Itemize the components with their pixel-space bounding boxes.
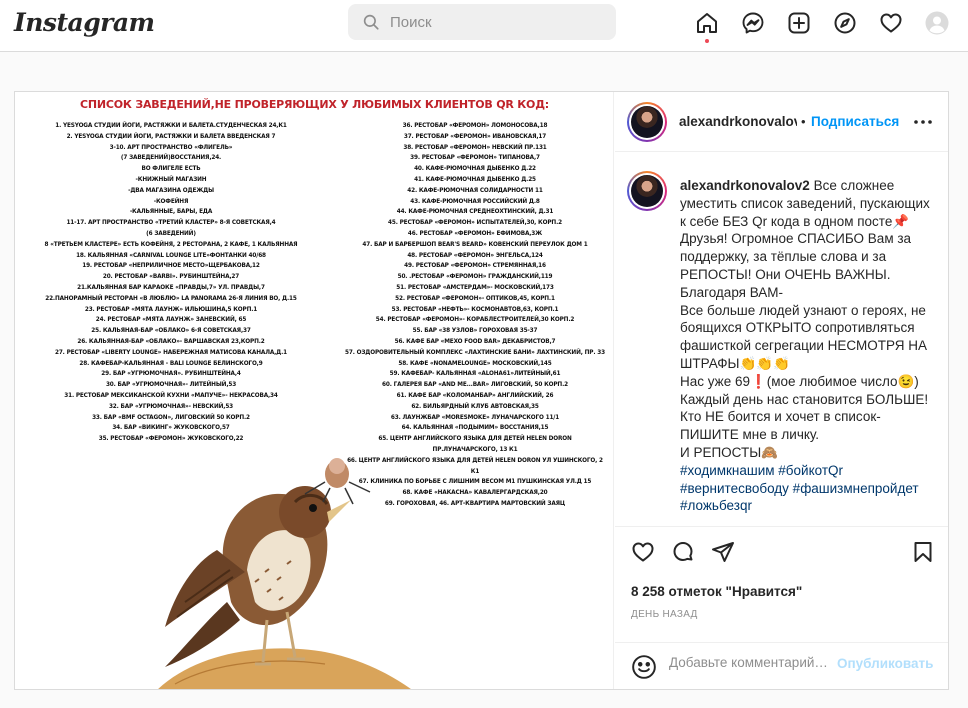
explore-icon — [834, 12, 856, 34]
heart-icon — [632, 542, 654, 562]
activity-button[interactable] — [878, 10, 904, 36]
publish-comment-button[interactable]: Опубликовать — [837, 656, 933, 671]
direct-messages-button[interactable] — [740, 10, 766, 36]
profile-avatar-icon — [925, 11, 949, 35]
notification-dot — [705, 39, 709, 43]
comment-form: Опубликовать — [615, 642, 948, 689]
post-header: alexandrkonovalov • Подписаться — [615, 92, 948, 152]
send-icon — [712, 542, 734, 562]
profile-button[interactable] — [924, 10, 950, 36]
search-input[interactable] — [390, 13, 590, 31]
instagram-logo[interactable]: Instagram — [14, 8, 155, 37]
new-post-icon — [788, 12, 810, 34]
caption-hashtags[interactable]: #ходимкнашим #бойкотQr #вернитесвободу #… — [680, 463, 922, 514]
like-button[interactable] — [631, 540, 657, 566]
caption-text: alexandrkonovalov2 Все сложнее уместить … — [680, 177, 938, 515]
author-username[interactable]: alexandrkonovalov — [679, 114, 797, 129]
comment-button[interactable] — [671, 540, 697, 566]
comment-icon — [673, 542, 693, 561]
more-options-icon[interactable] — [911, 112, 935, 132]
action-bar — [615, 540, 948, 580]
activity-heart-icon — [880, 13, 902, 33]
venue-list-right: 36. РЕСТОБАР «ФЕРОМОН» ЛОМОНОСОВА,18 37.… — [345, 121, 605, 507]
messenger-icon — [742, 12, 764, 34]
caption-area: alexandrkonovalov2 Все сложнее уместить … — [615, 153, 948, 527]
post-timestamp[interactable]: день назад — [631, 609, 698, 620]
venue-list-left: 1. YESYOGA СТУДИИ ЙОГИ, РАСТЯЖКИ И БАЛЕТ… — [44, 121, 298, 443]
home-button[interactable] — [694, 10, 720, 43]
follow-button[interactable]: Подписаться — [811, 114, 899, 129]
likes-count[interactable]: 8 258 отметок "Нравится" — [631, 584, 802, 599]
comment-input[interactable] — [669, 655, 839, 670]
emoji-icon[interactable] — [631, 654, 657, 680]
sparrow-illustration — [158, 458, 411, 689]
save-button[interactable] — [911, 540, 937, 566]
home-icon — [697, 13, 717, 33]
search-icon — [363, 14, 379, 30]
bookmark-icon — [914, 542, 932, 562]
top-nav: Instagram — [0, 0, 968, 52]
author-avatar[interactable] — [627, 102, 667, 142]
explore-button[interactable] — [832, 10, 858, 36]
image-title: СПИСОК ЗАВЕДЕНИЙ,НЕ ПРОВЕРЯЮЩИХ У ЛЮБИМЫ… — [80, 98, 549, 111]
caption-author-avatar[interactable] — [627, 171, 667, 211]
caption-body: Все сложнее уместить список заведений, п… — [680, 178, 930, 460]
caption-username[interactable]: alexandrkonovalov2 — [680, 178, 810, 193]
nav-icons — [694, 10, 950, 43]
post-sidebar: alexandrkonovalov • Подписаться alexandr… — [615, 92, 948, 689]
share-button[interactable] — [711, 540, 737, 566]
new-post-button[interactable] — [786, 10, 812, 36]
post-image[interactable]: СПИСОК ЗАВЕДЕНИЙ,НЕ ПРОВЕРЯЮЩИХ У ЛЮБИМЫ… — [15, 92, 614, 689]
search-box[interactable] — [348, 4, 616, 40]
separator-dot: • — [801, 114, 806, 129]
post-card: СПИСОК ЗАВЕДЕНИЙ,НЕ ПРОВЕРЯЮЩИХ У ЛЮБИМЫ… — [14, 91, 949, 690]
